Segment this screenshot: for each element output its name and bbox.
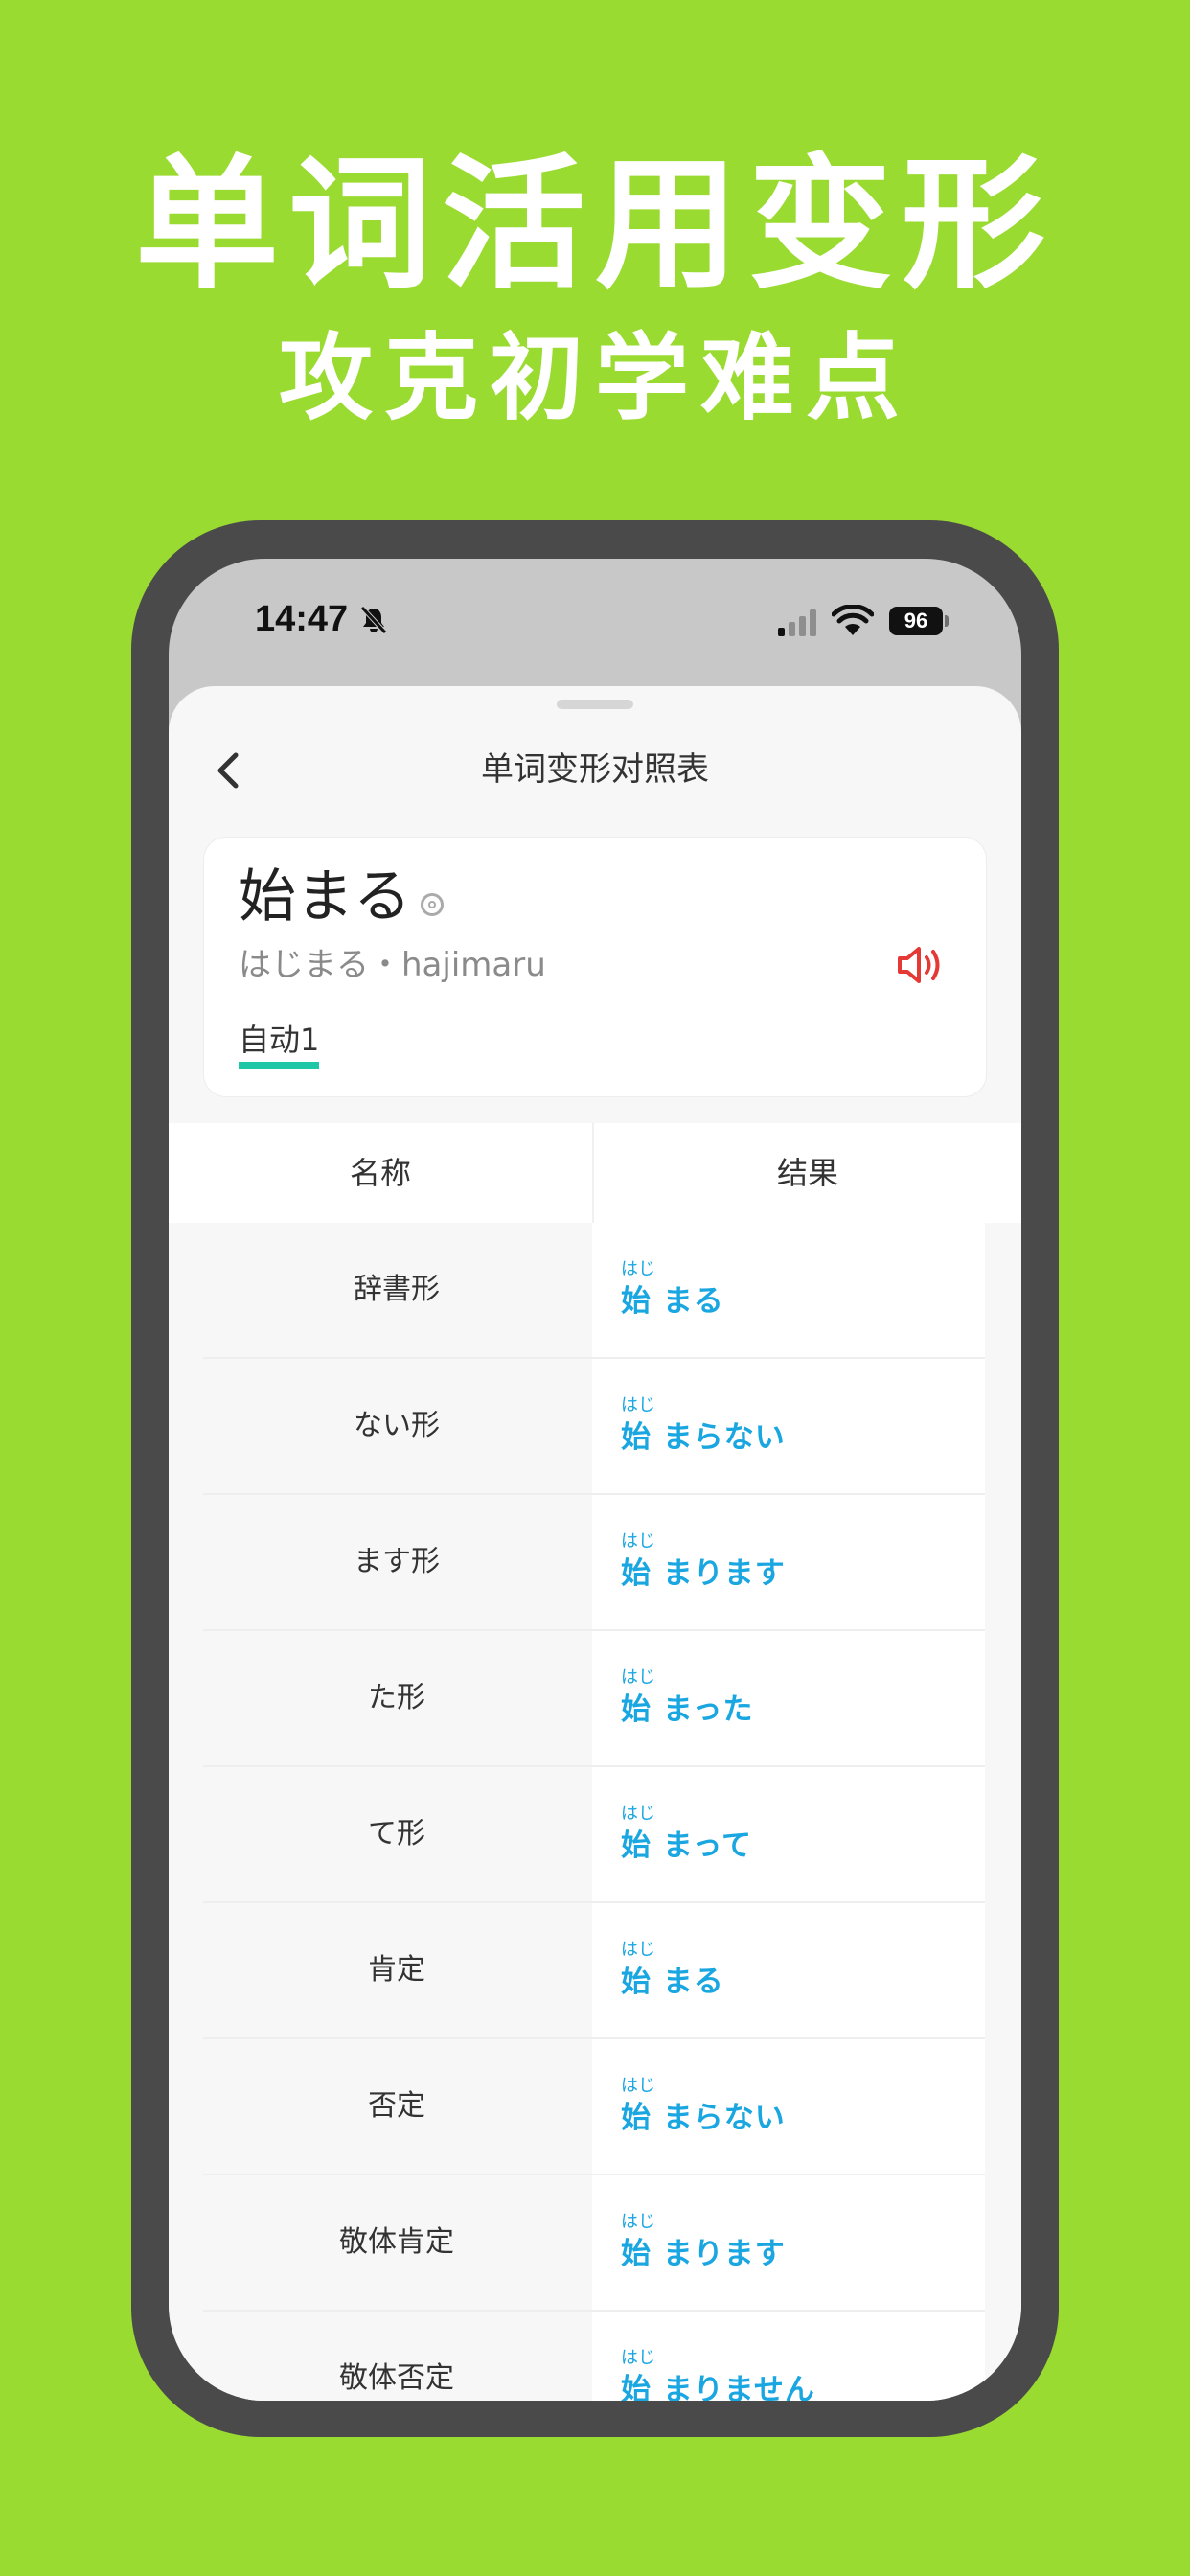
signal-icon xyxy=(778,610,816,636)
header-result: 结果 xyxy=(776,1155,838,1191)
table-row: 敬体肯定 はじ 始 まります xyxy=(203,2175,985,2312)
wifi-icon xyxy=(832,605,874,635)
bell-off-icon xyxy=(360,606,387,634)
form-name: た形 xyxy=(203,1631,590,1765)
status-bar: 14:47 96 xyxy=(169,559,1021,683)
form-name: ます形 xyxy=(203,1495,590,1629)
bottom-sheet: 单词变形对照表 始まる はじまる・hajimaru 自动1 名称 结果 辞書形 … xyxy=(169,686,1021,2401)
furigana: はじ xyxy=(621,2076,655,2096)
table-row: 肯定 はじ 始 まる xyxy=(203,1903,985,2039)
table-row: た形 はじ 始 まった xyxy=(203,1631,985,1767)
form-result-cell[interactable]: はじ 始 まった xyxy=(592,1631,985,1765)
furigana: はじ xyxy=(621,1259,655,1279)
form-name: て形 xyxy=(203,1767,590,1901)
word-text: 始まる xyxy=(239,863,411,931)
promo-title: 单词活用变形 xyxy=(134,142,1055,309)
furigana: はじ xyxy=(621,2348,655,2368)
page-title: 单词变形对照表 xyxy=(481,750,709,789)
word-type-tag: 自动1 xyxy=(239,1018,320,1069)
table-header: 名称 结果 xyxy=(169,1123,1021,1223)
form-result: 始 まる xyxy=(621,1965,724,1999)
header-name: 名称 xyxy=(349,1155,411,1191)
status-time: 14:47 xyxy=(255,599,349,639)
furigana: はじ xyxy=(621,1531,655,1552)
form-name: 敬体否定 xyxy=(203,2312,590,2401)
form-result-cell[interactable]: はじ 始 まらない xyxy=(592,2039,985,2174)
form-result: 始 まった xyxy=(621,1692,754,1727)
form-name: 敬体肯定 xyxy=(203,2175,590,2310)
battery-cap xyxy=(945,615,949,627)
form-result-cell[interactable]: はじ 始 まります xyxy=(592,2175,985,2310)
form-result: 始 まりません xyxy=(621,2373,815,2401)
form-result: 始 まります xyxy=(621,2237,786,2271)
form-result: 始 まります xyxy=(621,1556,786,1591)
word-card: 始まる はじまる・hajimaru 自动1 xyxy=(203,837,987,1097)
table-row: ない形 はじ 始 まらない xyxy=(203,1359,985,1495)
phone-frame: 14:47 96 单词变形对照表 始まる はじまる・hajimaru 自动1 名… xyxy=(131,520,1059,2437)
favorite-mark-icon[interactable] xyxy=(421,893,444,916)
form-result-cell[interactable]: はじ 始 まらない xyxy=(592,1359,985,1493)
furigana: はじ xyxy=(621,1804,655,1824)
battery-icon: 96 xyxy=(889,607,943,635)
furigana: はじ xyxy=(621,2212,655,2232)
form-result-cell[interactable]: はじ 始 まります xyxy=(592,1495,985,1629)
speaker-icon[interactable] xyxy=(896,943,946,987)
conjugation-table: 辞書形 はじ 始 まる ない形 はじ 始 まらない ます形 はじ 始 まります … xyxy=(203,1223,985,2401)
form-result-cell[interactable]: はじ 始 まりません xyxy=(592,2312,985,2401)
form-result: 始 まって xyxy=(621,1828,753,1863)
form-name: ない形 xyxy=(203,1359,590,1493)
form-result: 始 まる xyxy=(621,1284,724,1319)
form-result-cell[interactable]: はじ 始 まる xyxy=(592,1903,985,2037)
table-row: 辞書形 はじ 始 まる xyxy=(203,1223,985,1359)
form-result: 始 まらない xyxy=(621,2101,786,2135)
furigana: はじ xyxy=(621,1940,655,1960)
table-row: ます形 はじ 始 まります xyxy=(203,1495,985,1631)
word-reading: はじまる・hajimaru xyxy=(239,946,546,984)
table-row: 否定 はじ 始 まらない xyxy=(203,2039,985,2175)
promo-subtitle: 攻克初学难点 xyxy=(278,324,911,433)
form-name: 否定 xyxy=(203,2039,590,2174)
form-result: 始 まらない xyxy=(621,1420,786,1455)
form-result-cell[interactable]: はじ 始 まる xyxy=(592,1223,985,1357)
form-name: 肯定 xyxy=(203,1903,590,2037)
form-name: 辞書形 xyxy=(203,1223,590,1357)
furigana: はじ xyxy=(621,1395,655,1415)
sheet-grabber[interactable] xyxy=(557,700,633,709)
phone-screen: 14:47 96 单词变形对照表 始まる はじまる・hajimaru 自动1 名… xyxy=(169,559,1021,2401)
table-row: て形 はじ 始 まって xyxy=(203,1767,985,1903)
table-row: 敬体否定 はじ 始 まりません xyxy=(203,2312,985,2401)
furigana: はじ xyxy=(621,1668,655,1688)
form-result-cell[interactable]: はじ 始 まって xyxy=(592,1767,985,1901)
